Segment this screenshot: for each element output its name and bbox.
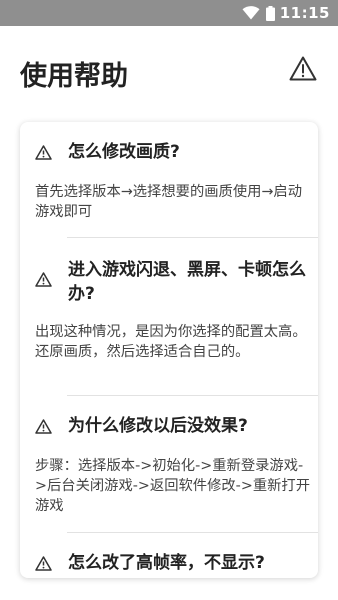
divider xyxy=(67,237,318,238)
faq-answer: 出现这种情况，是因为你选择的配置太高。还原画质，然后选择适合自己的。 xyxy=(35,324,307,360)
warning-icon xyxy=(35,556,52,571)
status-bar: 11:15 xyxy=(0,0,338,26)
battery-icon xyxy=(265,5,275,21)
faq-question: 怎么改了高帧率，不显示? xyxy=(68,553,265,573)
faq-question: 进入游戏闪退、黑屏、卡顿怎么办? xyxy=(68,260,306,304)
warning-icon xyxy=(35,419,52,434)
faq-card: 怎么修改画质? 首先选择版本→选择想要的画质使用→启动游戏即可 进入游戏闪退、黑… xyxy=(20,122,318,578)
warning-icon xyxy=(35,272,52,287)
warning-icon xyxy=(35,145,52,160)
page-title: 使用帮助 xyxy=(20,61,128,92)
faq-question: 为什么修改以后没效果? xyxy=(68,416,248,436)
faq-question: 怎么修改画质? xyxy=(68,142,180,162)
divider xyxy=(67,395,318,396)
faq-answer: 步骤：选择版本->初始化->重新登录游戏->后台关闭游戏->返回软件修改->重新… xyxy=(35,458,311,514)
page-header: 使用帮助 xyxy=(0,26,338,118)
wifi-icon xyxy=(242,6,260,20)
warning-triangle-icon[interactable] xyxy=(288,54,318,84)
divider xyxy=(67,532,318,533)
faq-answer: 首先选择版本→选择想要的画质使用→启动游戏即可 xyxy=(35,184,303,220)
status-time: 11:15 xyxy=(279,4,330,22)
